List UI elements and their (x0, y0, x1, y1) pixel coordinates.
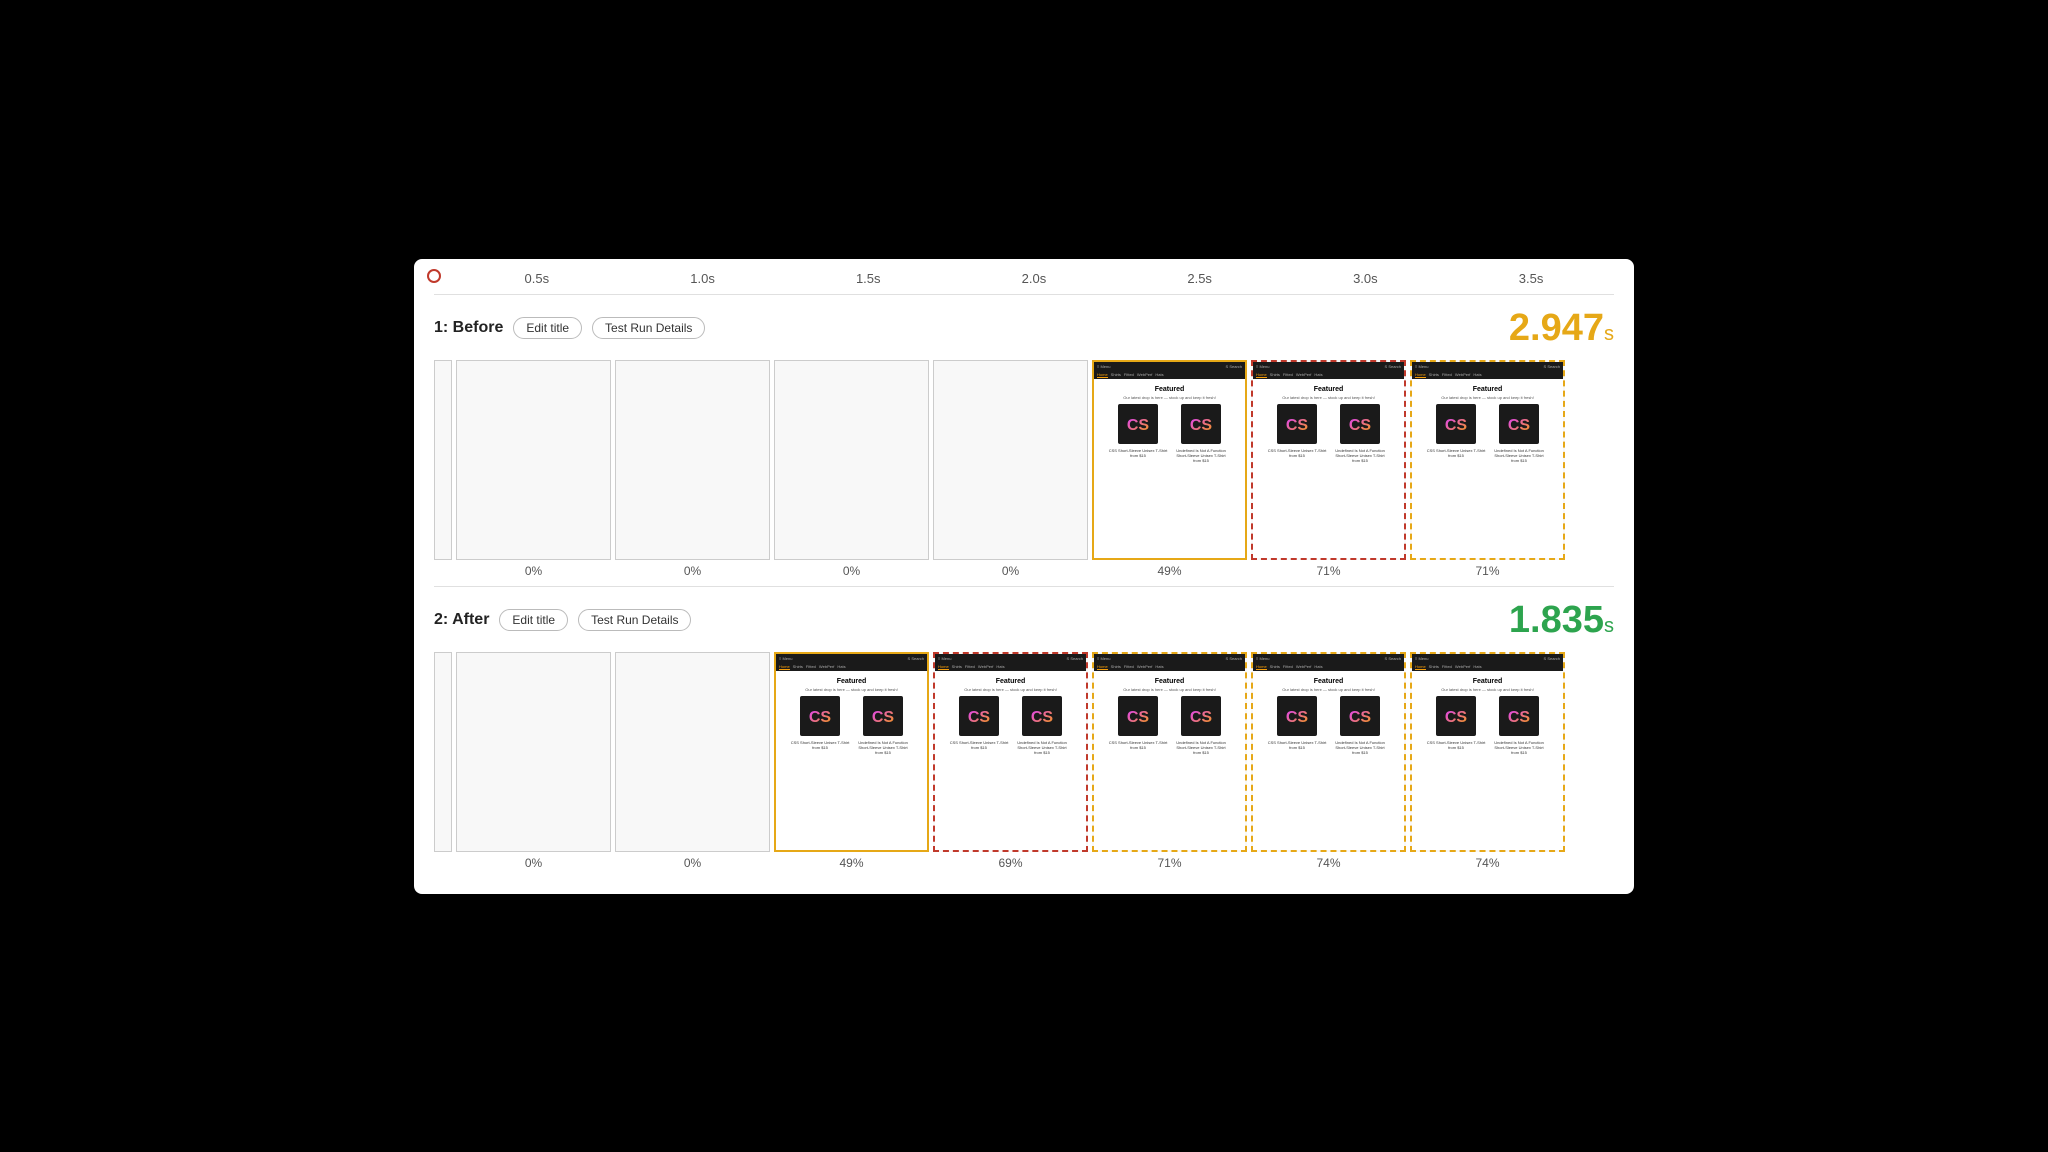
timeline-ticks: 0.5s 1.0s 1.5s 2.0s 2.5s 3.0s 3.5s (434, 271, 1614, 286)
before-score-unit: s (1604, 323, 1614, 345)
frame-box: ≡ Menu S Search Home Shirts Fitted WebPe… (1410, 652, 1565, 852)
svg-text:CS: CS (1445, 709, 1468, 726)
frame-box (933, 360, 1088, 560)
before-test-run-button[interactable]: Test Run Details (592, 317, 705, 339)
frame-percent: 71% (1475, 564, 1499, 578)
frame-col: 0% (774, 360, 929, 578)
before-filmstrip: 0% 0% 0% 0% ≡ Menu S Search Home Shirts Fit… (434, 360, 1614, 578)
before-edit-title-button[interactable]: Edit title (513, 317, 582, 339)
frame-box (456, 360, 611, 560)
before-frame-spacer (434, 360, 452, 564)
svg-text:CS: CS (968, 709, 991, 726)
tick-label: 1.5s (791, 271, 946, 286)
frame-box: ≡ Menu S Search Home Shirts Fitted WebPe… (1410, 360, 1565, 560)
frame-percent: 0% (843, 564, 860, 578)
before-title: 1: Before (434, 319, 503, 337)
after-score-unit: s (1604, 615, 1614, 637)
frame-percent: 0% (684, 564, 701, 578)
frame-percent: 74% (1316, 856, 1340, 870)
after-score-value: 1.835 (1509, 599, 1604, 641)
timeline-marker (427, 269, 441, 283)
before-header: 1: Before Edit title Test Run Details 2.… (434, 307, 1614, 350)
frame-percent: 71% (1316, 564, 1340, 578)
section-divider (434, 586, 1614, 587)
comparison-container: 0.5s 1.0s 1.5s 2.0s 2.5s 3.0s 3.5s 1: Before E… (414, 259, 1634, 894)
frame-box: ≡ Menu S Search Home Shirts Fitted WebPe… (1092, 652, 1247, 852)
after-title: 2: After (434, 611, 489, 629)
frame-box (615, 652, 770, 852)
frame-percent: 49% (839, 856, 863, 870)
frame-col: ≡ Menu S Search Home Shirts Fitted WebPe… (933, 652, 1088, 870)
frame-col: ≡ Menu S Search Home Shirts Fitted WebPe… (1410, 360, 1565, 578)
frame-box (456, 652, 611, 852)
frame-percent: 49% (1157, 564, 1181, 578)
frame-box: ≡ Menu S Search Home Shirts Fitted WebPe… (1251, 652, 1406, 852)
before-score: 2.947s (1509, 307, 1614, 350)
after-test-run-button[interactable]: Test Run Details (578, 609, 691, 631)
svg-text:CS: CS (1127, 709, 1150, 726)
tick-label: 3.5s (1454, 271, 1609, 286)
frame-percent: 0% (684, 856, 701, 870)
before-section: 1: Before Edit title Test Run Details 2.… (434, 307, 1614, 578)
frame-col: ≡ Menu S Search Home Shirts Fitted WebPe… (1251, 652, 1406, 870)
frame-col: 0% (456, 360, 611, 578)
svg-text:CS: CS (1190, 417, 1213, 434)
svg-text:CS: CS (1286, 709, 1309, 726)
frame-col: 0% (615, 652, 770, 870)
frame-box (774, 360, 929, 560)
timeline-header: 0.5s 1.0s 1.5s 2.0s 2.5s 3.0s 3.5s (434, 259, 1614, 295)
after-filmstrip: 0% 0% ≡ Menu S Search Home Shirts Fitted … (434, 652, 1614, 870)
frame-col: 0% (615, 360, 770, 578)
frame-box: ≡ Menu S Search Home Shirts Fitted WebPe… (1092, 360, 1247, 560)
tick-label: 0.5s (459, 271, 614, 286)
frame-col: ≡ Menu S Search Home Shirts Fitted WebPe… (1092, 652, 1247, 870)
svg-text:CS: CS (1349, 417, 1372, 434)
svg-text:CS: CS (1190, 709, 1213, 726)
after-section: 2: After Edit title Test Run Details 1.8… (434, 599, 1614, 870)
svg-text:CS: CS (1349, 709, 1372, 726)
after-header: 2: After Edit title Test Run Details 1.8… (434, 599, 1614, 642)
tick-label: 3.0s (1288, 271, 1443, 286)
svg-text:CS: CS (1127, 417, 1150, 434)
svg-text:CS: CS (1445, 417, 1468, 434)
svg-text:CS: CS (1031, 709, 1054, 726)
after-spacer-box (434, 652, 452, 852)
tick-label: 1.0s (625, 271, 780, 286)
after-score: 1.835s (1509, 599, 1614, 642)
frame-percent: 69% (998, 856, 1022, 870)
frame-col: ≡ Menu S Search Home Shirts Fitted WebPe… (774, 652, 929, 870)
frame-col: ≡ Menu S Search Home Shirts Fitted WebPe… (1410, 652, 1565, 870)
svg-text:CS: CS (1508, 709, 1531, 726)
frame-percent: 71% (1157, 856, 1181, 870)
before-spacer-box (434, 360, 452, 560)
frame-box (615, 360, 770, 560)
after-edit-title-button[interactable]: Edit title (499, 609, 568, 631)
svg-text:CS: CS (1508, 417, 1531, 434)
before-score-value: 2.947 (1509, 307, 1604, 349)
frame-col: ≡ Menu S Search Home Shirts Fitted WebPe… (1251, 360, 1406, 578)
frame-box: ≡ Menu S Search Home Shirts Fitted WebPe… (1251, 360, 1406, 560)
frame-col: 0% (933, 360, 1088, 578)
svg-text:CS: CS (1286, 417, 1309, 434)
frame-box: ≡ Menu S Search Home Shirts Fitted WebPe… (774, 652, 929, 852)
frame-col: 0% (456, 652, 611, 870)
svg-text:CS: CS (809, 709, 832, 726)
frame-box: ≡ Menu S Search Home Shirts Fitted WebPe… (933, 652, 1088, 852)
frame-percent: 0% (525, 856, 542, 870)
frame-percent: 74% (1475, 856, 1499, 870)
frame-percent: 0% (1002, 564, 1019, 578)
tick-label: 2.5s (1122, 271, 1277, 286)
svg-text:CS: CS (872, 709, 895, 726)
frame-col: ≡ Menu S Search Home Shirts Fitted WebPe… (1092, 360, 1247, 578)
tick-label: 2.0s (956, 271, 1111, 286)
frame-percent: 0% (525, 564, 542, 578)
after-frame-spacer (434, 652, 452, 856)
